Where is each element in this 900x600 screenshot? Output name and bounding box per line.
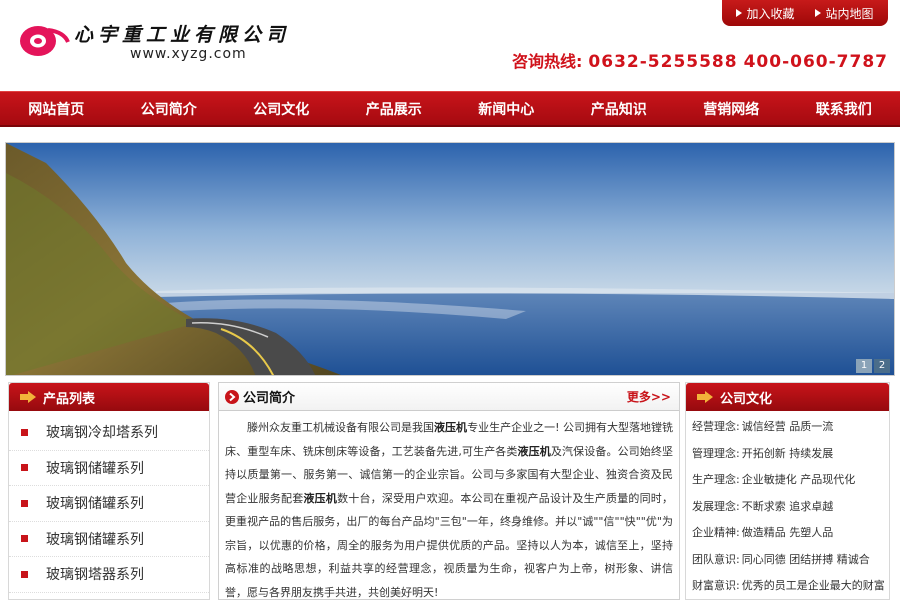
list-item: 团队意识: 同心同德 团结拼搏 精诚合 [692,552,870,566]
nav-about[interactable]: 公司简介 [113,92,226,125]
hotline-number-2: 400-060-7787 [743,52,888,72]
company-culture-header: 公司文化 [686,383,889,411]
list-item: 企业精神: 做造精品 先塑人品 [692,526,834,540]
circle-arrow-icon [225,389,239,404]
nav-culture[interactable]: 公司文化 [225,92,338,125]
keyword[interactable]: 液压机 [434,421,467,434]
site-header: 心宇重工业有限公司 www.xyzg.com 加入收藏 站内地图 咨询热线: 0… [0,0,900,90]
triangle-right-icon [736,9,743,17]
product-list-header: 产品列表 [9,383,209,411]
top-links: 加入收藏 站内地图 [722,0,888,26]
logo-text: 心宇重工业有限公司 [74,24,291,46]
bullet-square-icon [21,499,28,507]
company-intro-text: 滕州众友重工机械设备有限公司是我国液压机专业生产企业之一! 公司拥有大型落地镗铣… [225,421,674,599]
logo-icon[interactable] [18,20,70,60]
product-list-panel: 产品列表 玻璃钢冷却塔系列 玻璃钢储罐系列 玻璃钢储罐系列 玻璃钢储罐系列 玻璃… [8,382,210,600]
hotline-label: 咨询热线: [512,52,583,71]
culture-list: 经营理念: 诚信经营 品质一流 管理理念: 开拓创新 持续发展 生产理念: 企业敏捷化… [686,411,889,599]
bullet-square-icon [21,535,28,543]
triangle-right-icon [815,9,822,17]
banner-image [6,143,894,375]
nav-news[interactable]: 新闻中心 [450,92,563,125]
keyword[interactable]: 液压机 [518,445,551,458]
hotline-number-1: 0632-5255588 [588,52,738,72]
company-culture-title: 公司文化 [720,391,773,407]
list-item: 管理理念: 开拓创新 持续发展 [692,446,834,460]
list-item[interactable]: 玻璃钢储罐系列 [9,522,209,557]
list-item[interactable]: 玻璃钢储罐系列 [9,451,209,486]
banner-slideshow[interactable]: 1 2 [5,142,895,376]
nav-knowledge[interactable]: 产品知识 [563,92,676,125]
more-link[interactable]: 更多>> [627,388,671,405]
nav-products[interactable]: 产品展示 [338,92,451,125]
list-item: 发展理念: 不断求索 追求卓越 [692,499,834,513]
main-nav: 网站首页 公司简介 公司文化 产品展示 新闻中心 产品知识 营销网络 联系我们 [0,91,900,127]
banner-dot-2[interactable]: 2 [874,359,890,373]
arrow-right-icon [697,391,713,403]
company-intro-title: 公司简介 [243,391,296,406]
nav-network[interactable]: 营销网络 [675,92,788,125]
list-item: 经营理念: 诚信经营 品质一流 [692,420,834,434]
list-item: 生产理念: 企业敏捷化 产品现代化 [692,473,856,487]
sitemap-link[interactable]: 站内地图 [815,5,874,22]
company-intro-panel: 公司简介 更多>> 滕州众友重工机械设备有限公司是我国液压机专业生产企业之一! … [218,382,680,600]
product-list-title: 产品列表 [43,391,96,407]
company-culture-panel: 公司文化 经营理念: 诚信经营 品质一流 管理理念: 开拓创新 持续发展 生产理念:… [685,382,890,600]
add-favorite-link[interactable]: 加入收藏 [736,5,795,22]
hotline: 咨询热线: 0632-5255588 400-060-7787 [512,48,888,72]
list-item[interactable]: 玻璃钢塔器系列 [9,557,209,593]
banner-controls: 1 2 [856,359,890,373]
logo-url: www.xyzg.com [130,46,247,62]
list-item[interactable]: 玻璃钢冷却塔系列 [9,415,209,451]
bullet-square-icon [21,428,28,436]
keyword[interactable]: 液压机 [303,492,337,505]
nav-contact[interactable]: 联系我们 [788,92,900,125]
banner-dot-1[interactable]: 1 [856,359,872,373]
company-intro-header: 公司简介 更多>> [219,383,679,411]
nav-home[interactable]: 网站首页 [0,92,113,125]
arrow-right-icon [20,391,36,403]
product-list: 玻璃钢冷却塔系列 玻璃钢储罐系列 玻璃钢储罐系列 玻璃钢储罐系列 玻璃钢塔器系列 [9,411,209,593]
list-item[interactable]: 玻璃钢储罐系列 [9,486,209,522]
bullet-square-icon [21,570,28,578]
list-item: 财富意识: 优秀的员工是企业最大的财富 [692,579,885,593]
bullet-square-icon [21,464,28,472]
